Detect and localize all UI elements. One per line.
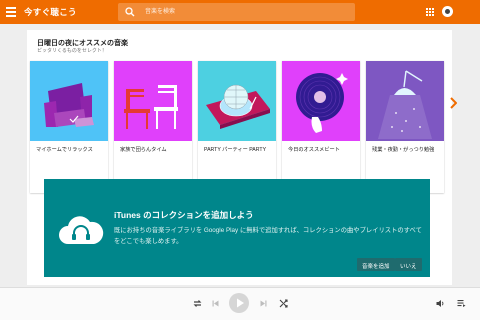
apps-grid-icon[interactable]	[426, 8, 434, 16]
tile-label: PARTY パーティー PARTY	[204, 147, 267, 153]
tile-label: 残業・夜勤・がっつり勉強	[372, 147, 435, 153]
play-icon	[237, 298, 244, 308]
banner-title: iTunes のコレクションを追加しよう	[114, 210, 254, 220]
banner-body: 既にお持ちの音楽ライブラリを Google Play に無料で追加すれば、コレク…	[114, 227, 422, 246]
cloud-headphones-icon	[59, 216, 104, 244]
dismiss-button[interactable]: いいえ	[395, 258, 422, 271]
tile-art-lamp	[366, 61, 444, 141]
playlist-tile-family[interactable]: 家族で団らんタイム	[114, 61, 192, 193]
tile-label: マイホームでリラックス	[36, 147, 93, 153]
player-bar	[0, 287, 480, 320]
tile-label: 家族で団らんタイム	[120, 147, 167, 153]
turntable-icon	[206, 84, 270, 129]
search-icon	[125, 7, 135, 17]
chairs-icon	[124, 85, 178, 129]
itunes-import-banner: iTunes のコレクションを追加しよう 既にお持ちの音楽ライブラリを Goog…	[44, 179, 430, 277]
account-avatar[interactable]	[442, 6, 453, 17]
search-box[interactable]	[118, 3, 355, 21]
lamp-icon	[378, 70, 432, 139]
chevron-right-icon[interactable]	[449, 97, 457, 109]
tile-art-chairs	[114, 61, 192, 141]
tile-art-armchair	[30, 61, 108, 141]
vinyl-record-icon	[296, 73, 348, 133]
next-track-icon[interactable]	[260, 300, 267, 307]
armchair-icon	[44, 83, 94, 127]
tile-art-record	[282, 61, 360, 141]
add-music-button[interactable]: 音楽を追加	[357, 258, 395, 271]
app-title: 今すぐ聴こう	[24, 7, 77, 17]
shuffle-icon[interactable]	[279, 299, 288, 308]
repeat-icon[interactable]	[193, 299, 202, 308]
playlist-tile-study[interactable]: 残業・夜勤・がっつり勉強	[366, 61, 444, 193]
menu-icon[interactable]	[6, 7, 16, 17]
playlist-tile-beat[interactable]: 今日のオススメビート	[282, 61, 360, 193]
playlist-tile-party[interactable]: PARTY パーティー PARTY	[198, 61, 276, 193]
search-input[interactable]	[145, 5, 345, 19]
top-app-bar: 今すぐ聴こう	[0, 0, 480, 24]
playlist-tile-relax[interactable]: マイホームでリラックス	[30, 61, 108, 193]
play-button[interactable]	[229, 293, 249, 313]
volume-icon[interactable]	[436, 299, 445, 308]
previous-track-icon[interactable]	[212, 300, 219, 307]
tile-art-turntable	[198, 61, 276, 141]
section-subtitle: ピッタリくるものをセレクト！	[37, 48, 107, 54]
queue-icon[interactable]	[457, 299, 466, 308]
tile-label: 今日のオススメビート	[288, 147, 340, 153]
